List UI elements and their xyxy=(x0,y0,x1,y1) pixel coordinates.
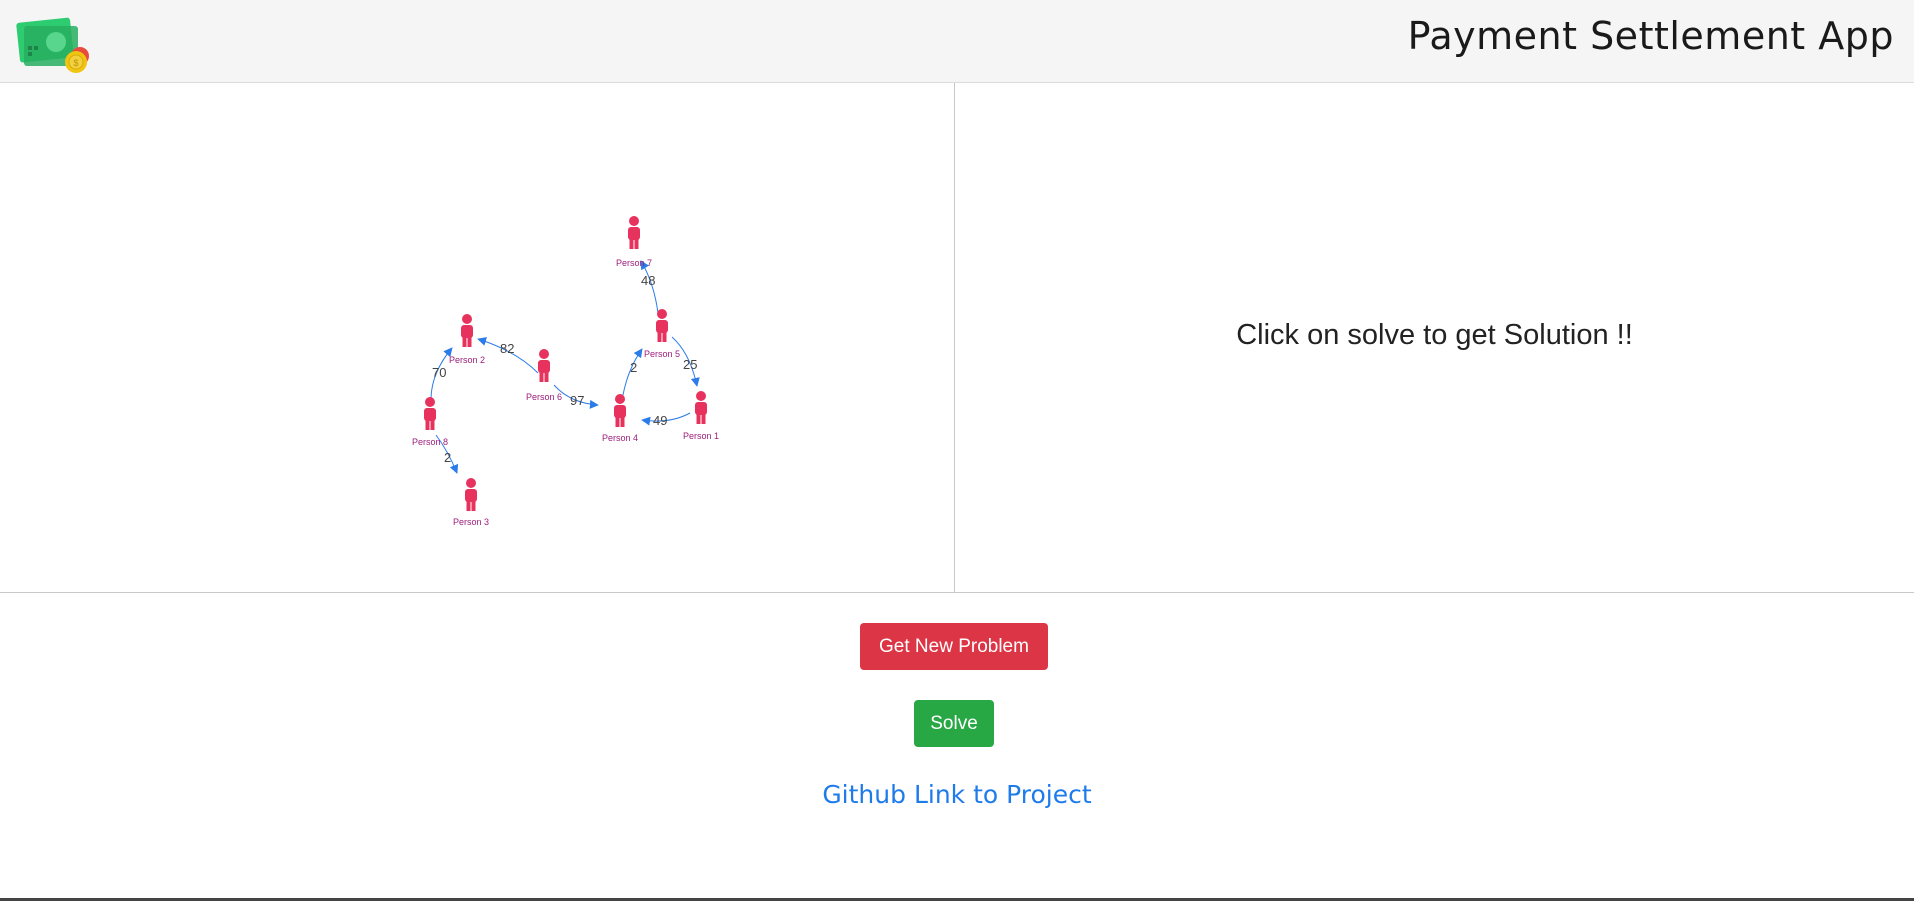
node-label: Person 8 xyxy=(412,437,448,447)
node-label: Person 6 xyxy=(526,392,562,402)
solution-message: Click on solve to get Solution !! xyxy=(1236,319,1633,351)
node-label: Person 1 xyxy=(683,431,719,441)
edge-label-p4-p5: 2 xyxy=(630,360,637,375)
node-person-4[interactable]: Person 4 xyxy=(602,394,638,443)
node-label: Person 7 xyxy=(616,258,652,268)
github-link[interactable]: Github Link to Project xyxy=(0,780,1914,809)
edge-label-p8-p2: 70 xyxy=(432,365,446,380)
get-new-problem-button[interactable]: Get New Problem xyxy=(860,623,1048,670)
edge-label-p5-p7: 48 xyxy=(641,273,655,288)
person-4-icon xyxy=(614,394,626,427)
node-person-6[interactable]: Person 6 xyxy=(526,349,562,402)
svg-text:$: $ xyxy=(73,58,78,68)
node-label: Person 3 xyxy=(453,517,489,527)
navbar: $ Payment Settlement App xyxy=(0,0,1914,83)
node-person-7[interactable]: Person 7 xyxy=(616,216,652,268)
edge-label-p8-p3: 2 xyxy=(444,450,451,465)
person-5-icon xyxy=(656,309,668,342)
problem-graph-panel[interactable]: 48 82 70 97 2 25 49 2 Person 7 Person 2 … xyxy=(0,83,955,593)
money-cash-icon: $ xyxy=(16,17,89,73)
node-label: Person 4 xyxy=(602,433,638,443)
person-1-icon xyxy=(695,391,707,424)
node-person-5[interactable]: Person 5 xyxy=(644,309,680,359)
payment-graph[interactable]: 48 82 70 97 2 25 49 2 Person 7 Person 2 … xyxy=(0,83,954,592)
person-3-icon xyxy=(465,478,477,511)
node-person-3[interactable]: Person 3 xyxy=(453,478,489,527)
person-6-icon xyxy=(538,349,550,382)
graph-edges xyxy=(430,260,700,474)
node-person-8[interactable]: Person 8 xyxy=(412,397,448,447)
solution-panel: Click on solve to get Solution !! xyxy=(955,83,1914,593)
node-label: Person 2 xyxy=(449,355,485,365)
person-7-icon xyxy=(628,216,640,249)
node-label: Person 5 xyxy=(644,349,680,359)
edge-label-p6-p4: 97 xyxy=(570,393,584,408)
edge-label-p1-p4: 49 xyxy=(653,413,667,428)
person-2-icon xyxy=(461,314,473,347)
person-8-icon xyxy=(424,397,436,430)
node-person-1[interactable]: Person 1 xyxy=(683,391,719,441)
edge-label-p5-p1: 25 xyxy=(683,357,697,372)
edge-labels: 48 82 70 97 2 25 49 2 xyxy=(432,273,697,465)
app-title: Payment Settlement App xyxy=(1407,14,1894,58)
edge-label-p6-p2: 82 xyxy=(500,341,514,356)
solve-button[interactable]: Solve xyxy=(914,700,994,747)
